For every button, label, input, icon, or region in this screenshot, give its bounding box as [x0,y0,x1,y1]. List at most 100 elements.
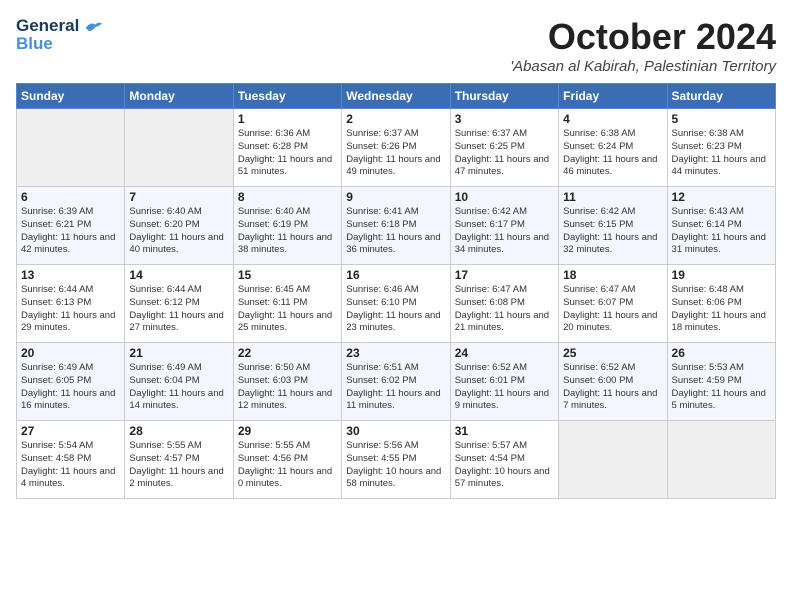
day-number: 15 [238,268,337,282]
day-number: 1 [238,112,337,126]
calendar-cell: 28Sunrise: 5:55 AMSunset: 4:57 PMDayligh… [125,421,233,499]
calendar-cell: 20 Sunrise: 6:49 AMSunset: 6:05 PMDayligh… [17,343,125,421]
day-number: 26 [672,346,771,360]
calendar-cell: 18Sunrise: 6:47 AMSunset: 6:07 PMDayligh… [559,265,667,343]
day-number: 21 [129,346,228,360]
calendar-cell: 9 Sunrise: 6:41 AMSunset: 6:18 PMDaylight… [342,187,450,265]
logo-bird-icon [84,19,102,35]
calendar-cell: 29Sunrise: 5:55 AMSunset: 4:56 PMDayligh… [233,421,341,499]
calendar-cell: 12 Sunrise: 6:43 AMSunset: 6:14 PMDayligh… [667,187,775,265]
cell-info: Sunrise: 6:40 AMSunset: 6:20 PMDaylight:… [129,206,228,257]
calendar-cell [667,421,775,499]
cell-info: Sunrise: 6:37 AMSunset: 6:25 PMDaylight:… [455,128,554,179]
calendar-table: SundayMondayTuesdayWednesdayThursdayFrid… [16,83,776,499]
cell-info: Sunrise: 6:42 AMSunset: 6:15 PMDaylight:… [563,206,662,257]
calendar-cell: 25 Sunrise: 6:52 AMSunset: 6:00 PMDayligh… [559,343,667,421]
weekday-header-wednesday: Wednesday [342,84,450,109]
logo: General Blue [16,16,102,54]
day-number: 19 [672,268,771,282]
cell-info: Sunrise: 6:40 AMSunset: 6:19 PMDaylight:… [238,206,337,257]
day-number: 10 [455,190,554,204]
logo-general: General [16,16,79,35]
calendar-cell [559,421,667,499]
calendar-cell [17,109,125,187]
cell-info: Sunrise: 6:43 AMSunset: 6:14 PMDaylight:… [672,206,771,257]
cell-info: Sunrise: 6:42 AMSunset: 6:17 PMDaylight:… [455,206,554,257]
cell-info: Sunrise: 5:54 AMSunset: 4:58 PMDaylight:… [21,440,120,491]
day-number: 2 [346,112,445,126]
cell-info: Sunrise: 6:52 AMSunset: 6:00 PMDaylight:… [563,362,662,413]
calendar-cell: 16Sunrise: 6:46 AMSunset: 6:10 PMDayligh… [342,265,450,343]
cell-info: Sunrise: 6:47 AMSunset: 6:08 PMDaylight:… [455,284,554,335]
day-number: 25 [563,346,662,360]
day-number: 27 [21,424,120,438]
cell-info: Sunrise: 6:37 AMSunset: 6:26 PMDaylight:… [346,128,445,179]
day-number: 7 [129,190,228,204]
cell-info: Sunrise: 5:56 AMSunset: 4:55 PMDaylight:… [346,440,445,491]
calendar-cell: 7 Sunrise: 6:40 AMSunset: 6:20 PMDaylight… [125,187,233,265]
calendar-cell: 17 Sunrise: 6:47 AMSunset: 6:08 PMDayligh… [450,265,558,343]
weekday-header-friday: Friday [559,84,667,109]
calendar-cell: 15 Sunrise: 6:45 AMSunset: 6:11 PMDayligh… [233,265,341,343]
week-row-3: 13Sunrise: 6:44 AMSunset: 6:13 PMDayligh… [17,265,776,343]
day-number: 11 [563,190,662,204]
day-number: 12 [672,190,771,204]
day-number: 5 [672,112,771,126]
cell-info: Sunrise: 6:52 AMSunset: 6:01 PMDaylight:… [455,362,554,413]
calendar-cell: 4Sunrise: 6:38 AMSunset: 6:24 PMDaylight… [559,109,667,187]
weekday-header-tuesday: Tuesday [233,84,341,109]
calendar-cell: 26 Sunrise: 5:53 AMSunset: 4:59 PMDayligh… [667,343,775,421]
calendar-cell: 21 Sunrise: 6:49 AMSunset: 6:04 PMDayligh… [125,343,233,421]
cell-info: Sunrise: 6:51 AMSunset: 6:02 PMDaylight:… [346,362,445,413]
calendar-cell: 5 Sunrise: 6:38 AMSunset: 6:23 PMDaylight… [667,109,775,187]
week-row-4: 20 Sunrise: 6:49 AMSunset: 6:05 PMDayligh… [17,343,776,421]
day-number: 20 [21,346,120,360]
day-number: 8 [238,190,337,204]
day-number: 31 [455,424,554,438]
cell-info: Sunrise: 6:49 AMSunset: 6:05 PMDaylight:… [21,362,120,413]
cell-info: Sunrise: 6:38 AMSunset: 6:24 PMDaylight:… [563,128,662,179]
calendar-cell: 2 Sunrise: 6:37 AMSunset: 6:26 PMDaylight… [342,109,450,187]
calendar-cell: 6 Sunrise: 6:39 AMSunset: 6:21 PMDaylight… [17,187,125,265]
day-number: 23 [346,346,445,360]
logo-blue: Blue [16,34,53,53]
cell-info: Sunrise: 6:38 AMSunset: 6:23 PMDaylight:… [672,128,771,179]
cell-info: Sunrise: 6:36 AMSunset: 6:28 PMDaylight:… [238,128,337,179]
day-number: 6 [21,190,120,204]
calendar-cell: 23 Sunrise: 6:51 AMSunset: 6:02 PMDayligh… [342,343,450,421]
weekday-header-monday: Monday [125,84,233,109]
calendar-cell: 30Sunrise: 5:56 AMSunset: 4:55 PMDayligh… [342,421,450,499]
cell-info: Sunrise: 6:44 AMSunset: 6:12 PMDaylight:… [129,284,228,335]
calendar-cell: 13Sunrise: 6:44 AMSunset: 6:13 PMDayligh… [17,265,125,343]
week-row-5: 27 Sunrise: 5:54 AMSunset: 4:58 PMDayligh… [17,421,776,499]
day-number: 3 [455,112,554,126]
cell-info: Sunrise: 6:49 AMSunset: 6:04 PMDaylight:… [129,362,228,413]
day-number: 29 [238,424,337,438]
cell-info: Sunrise: 6:41 AMSunset: 6:18 PMDaylight:… [346,206,445,257]
calendar-cell: 22Sunrise: 6:50 AMSunset: 6:03 PMDayligh… [233,343,341,421]
day-number: 9 [346,190,445,204]
day-number: 16 [346,268,445,282]
calendar-cell: 19Sunrise: 6:48 AMSunset: 6:06 PMDayligh… [667,265,775,343]
cell-info: Sunrise: 6:45 AMSunset: 6:11 PMDaylight:… [238,284,337,335]
calendar-cell [125,109,233,187]
day-number: 13 [21,268,120,282]
month-title: October 2024 [510,16,776,58]
day-number: 24 [455,346,554,360]
weekday-header-thursday: Thursday [450,84,558,109]
calendar-cell: 1 Sunrise: 6:36 AMSunset: 6:28 PMDaylight… [233,109,341,187]
day-number: 18 [563,268,662,282]
calendar-cell: 31 Sunrise: 5:57 AMSunset: 4:54 PMDayligh… [450,421,558,499]
cell-info: Sunrise: 5:53 AMSunset: 4:59 PMDaylight:… [672,362,771,413]
day-number: 14 [129,268,228,282]
calendar-cell: 27 Sunrise: 5:54 AMSunset: 4:58 PMDayligh… [17,421,125,499]
calendar-cell: 8 Sunrise: 6:40 AMSunset: 6:19 PMDaylight… [233,187,341,265]
calendar-cell: 14 Sunrise: 6:44 AMSunset: 6:12 PMDayligh… [125,265,233,343]
week-row-1: 1 Sunrise: 6:36 AMSunset: 6:28 PMDaylight… [17,109,776,187]
day-number: 28 [129,424,228,438]
cell-info: Sunrise: 5:57 AMSunset: 4:54 PMDaylight:… [455,440,554,491]
cell-info: Sunrise: 6:39 AMSunset: 6:21 PMDaylight:… [21,206,120,257]
location-title: 'Abasan al Kabirah, Palestinian Territor… [510,58,776,75]
day-number: 17 [455,268,554,282]
calendar-cell: 24 Sunrise: 6:52 AMSunset: 6:01 PMDayligh… [450,343,558,421]
